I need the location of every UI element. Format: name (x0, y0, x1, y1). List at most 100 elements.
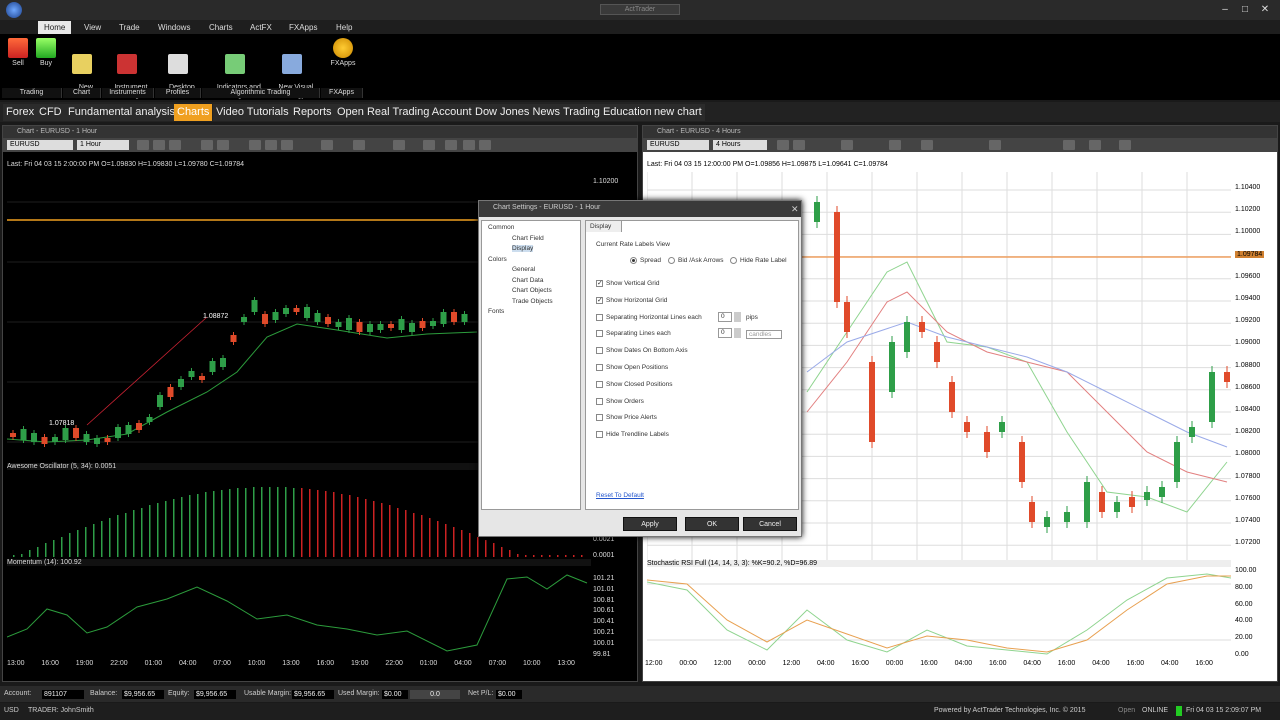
dialog-close-icon[interactable]: ✕ (791, 204, 799, 215)
print-icon[interactable] (463, 140, 475, 150)
menu-actfx[interactable]: ActFX (244, 21, 278, 34)
display-checkbox[interactable] (596, 279, 603, 287)
line-icon[interactable] (921, 140, 933, 150)
apply-button[interactable]: Apply (623, 517, 677, 531)
spin-arrows-icon[interactable] (734, 328, 741, 339)
right-symbol-select[interactable]: EURUSD (647, 140, 709, 150)
settings-tree: Common Chart Field Display Colors General Cha… (481, 220, 581, 510)
trendline-icon[interactable] (321, 140, 333, 150)
tab-video-tutorials[interactable]: Video Tutorials (213, 104, 292, 121)
stochastic-chart[interactable] (647, 570, 1231, 658)
spin-input[interactable]: 0 (718, 311, 732, 322)
save-icon[interactable] (479, 140, 491, 150)
tree-item[interactable]: Colors (488, 256, 507, 263)
tree-item[interactable]: Display (512, 245, 534, 252)
display-checkbox[interactable] (596, 347, 603, 355)
tab-reports[interactable]: Reports (290, 104, 335, 121)
momentum-chart[interactable] (7, 569, 591, 657)
tree-item[interactable]: Trade Objects (512, 298, 553, 305)
tree-item[interactable]: Common (488, 224, 514, 231)
cursor-icon[interactable] (217, 140, 229, 150)
crosshair-icon[interactable] (201, 140, 213, 150)
left-symbol-select[interactable]: EURUSD (7, 140, 73, 150)
text-icon[interactable] (393, 140, 405, 150)
crosshair-icon[interactable] (841, 140, 853, 150)
reset-to-default-link[interactable]: Reset To Default (596, 492, 644, 499)
zoom-in-icon[interactable] (137, 140, 149, 150)
display-checkbox[interactable] (596, 431, 603, 439)
menu-home[interactable]: Home (38, 21, 72, 34)
right-timeframe-select[interactable]: 4 Hours (713, 140, 767, 150)
minimize-icon[interactable]: – (1218, 3, 1232, 16)
fibonacci-icon[interactable] (353, 140, 365, 150)
rate-label-radio[interactable] (630, 257, 637, 264)
tree-item[interactable]: General (512, 266, 535, 273)
sell-button[interactable]: Sell (6, 38, 30, 68)
oscillator-bar (413, 513, 415, 557)
maximize-icon[interactable]: □ (1238, 3, 1252, 16)
spin-input[interactable]: 0 (718, 328, 732, 339)
display-checkbox[interactable] (596, 330, 603, 338)
tab-cfd[interactable]: CFD (36, 104, 65, 121)
display-checkbox[interactable] (596, 380, 603, 388)
tree-item[interactable]: Fonts (488, 308, 504, 315)
settings-icon[interactable] (445, 140, 457, 150)
tree-item[interactable]: Chart Objects (512, 287, 552, 294)
tab-charts[interactable]: Charts (174, 104, 213, 121)
menu-fxapps[interactable]: FXApps (283, 21, 323, 34)
zoom-out-icon[interactable] (153, 140, 165, 150)
tab-fundamental-analysis[interactable]: Fundamental analysis (65, 104, 179, 121)
pan-icon[interactable] (169, 140, 181, 150)
indicator-icon[interactable] (423, 140, 435, 150)
display-checkbox[interactable] (596, 397, 603, 405)
account-label: Account: (4, 690, 32, 697)
fxapps-button[interactable]: FXApps (326, 38, 360, 68)
account-value[interactable]: 891107 (42, 690, 84, 699)
candle-icon[interactable] (249, 140, 261, 150)
close-icon[interactable]: ✕ (1258, 3, 1272, 16)
zoom-out-icon[interactable] (793, 140, 805, 150)
tab-new-chart[interactable]: new chart (651, 104, 705, 121)
display-checkbox[interactable] (596, 296, 603, 304)
tab-display[interactable]: Display (586, 221, 622, 232)
line-icon[interactable] (281, 140, 293, 150)
oscillator-bar (173, 499, 175, 557)
settings-icon[interactable] (1089, 140, 1101, 150)
indicator-icon[interactable] (1063, 140, 1075, 150)
tab-dow-jones-news[interactable]: Dow Jones News (472, 104, 563, 121)
cancel-button[interactable]: Cancel (743, 517, 797, 531)
menu-charts[interactable]: Charts (203, 21, 239, 34)
buy-button[interactable]: Buy (34, 38, 58, 68)
axis-tick-label: 1.08600 (1235, 383, 1261, 391)
tree-item[interactable]: Chart Field (512, 235, 544, 242)
tab-forex[interactable]: Forex (3, 104, 38, 121)
tree-item[interactable]: Chart Data (512, 277, 543, 284)
axis-tick-label: 16:00 (41, 660, 59, 667)
candle-icon[interactable] (889, 140, 901, 150)
oscillator-bar (77, 530, 79, 557)
menu-windows[interactable]: Windows (152, 21, 196, 34)
menu-help[interactable]: Help (330, 21, 358, 34)
zoom-in-icon[interactable] (777, 140, 789, 150)
tab-trading-education[interactable]: Trading Education (560, 104, 655, 121)
right-ohlc-readout: Last: Fri 04 03 15 12:00:00 PM O=1.09856… (647, 161, 888, 168)
momentum-title: Momentum (14): 100.92 (7, 559, 591, 566)
trendline-icon[interactable] (989, 140, 1001, 150)
candle (125, 422, 132, 437)
left-timeframe-select[interactable]: 1 Hour (77, 140, 129, 150)
menu-view[interactable]: View (78, 21, 107, 34)
oscillator-bar (389, 505, 391, 557)
unit-label[interactable]: candles (746, 330, 783, 340)
display-checkbox[interactable] (596, 364, 603, 371)
menu-trade[interactable]: Trade (113, 21, 146, 34)
spin-arrows-icon[interactable] (734, 311, 741, 322)
display-checkbox[interactable] (596, 414, 603, 422)
rate-label-radio[interactable] (730, 257, 737, 264)
tab-open-real-account[interactable]: Open Real Trading Account (334, 104, 475, 121)
oscillator-bar (525, 555, 527, 557)
ok-button[interactable]: OK (685, 517, 739, 531)
save-icon[interactable] (1119, 140, 1131, 150)
bar-icon[interactable] (265, 140, 277, 150)
display-checkbox[interactable] (596, 313, 603, 321)
rate-label-radio[interactable] (668, 257, 675, 264)
